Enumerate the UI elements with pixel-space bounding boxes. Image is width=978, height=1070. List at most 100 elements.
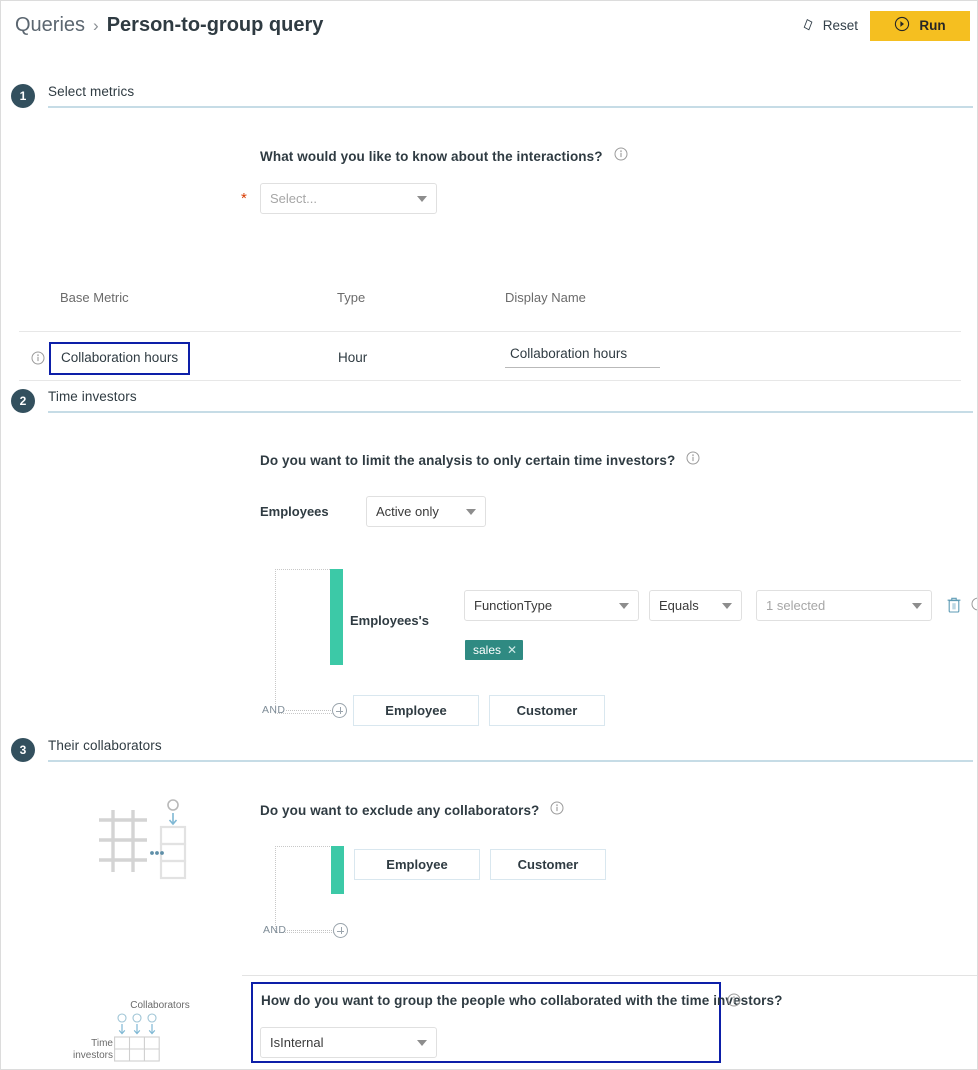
collaborators-question: Do you want to exclude any collaborators…	[260, 803, 540, 818]
grouping-divider	[242, 975, 977, 976]
filter-group-accent-bar	[330, 569, 343, 665]
row-info-icon[interactable]	[31, 351, 45, 370]
display-name-field[interactable]: Collaboration hours	[505, 346, 660, 368]
chevron-down-icon	[912, 602, 922, 609]
grouping-question: How do you want to group the people who …	[261, 993, 783, 1008]
chevron-down-icon	[722, 602, 732, 609]
entity-button-customer[interactable]: Customer	[489, 695, 605, 726]
grouping-select-value: IsInternal	[270, 1035, 324, 1050]
add-filter-button[interactable]	[332, 703, 347, 718]
filter-operator-value: Equals	[659, 598, 699, 613]
eraser-icon	[800, 16, 816, 35]
step-2-rule	[48, 411, 973, 413]
step-2-title: Time investors	[48, 389, 137, 404]
metrics-table-divider-top	[19, 331, 961, 332]
column-base-metric: Base Metric	[60, 290, 129, 305]
and-connector	[287, 930, 332, 931]
metrics-question-row: What would you like to know about the in…	[260, 147, 628, 166]
tag-label: sales	[473, 643, 502, 657]
entity-button-employee[interactable]: Employee	[353, 695, 479, 726]
grouping-select[interactable]: IsInternal	[260, 1027, 437, 1058]
time-investors-axis-label: Time investors	[69, 1038, 113, 1062]
entity-button-label: Customer	[517, 857, 579, 872]
info-icon[interactable]	[686, 451, 700, 470]
time-investors-axis-label-line1: Time	[91, 1038, 113, 1049]
column-type: Type	[337, 290, 366, 305]
required-marker: *	[241, 190, 247, 207]
filter-attribute-value: FunctionType	[474, 598, 553, 613]
step-2-time-investors: 2 Time investors	[11, 389, 973, 413]
time-investors-axis-label-line2: investors	[72, 1050, 113, 1061]
run-label: Run	[919, 18, 946, 33]
run-button[interactable]: Run	[870, 10, 970, 41]
filter-operator-select[interactable]: Equals	[649, 590, 742, 621]
entity-button-label: Employee	[386, 857, 448, 872]
trash-icon[interactable]	[946, 596, 962, 619]
header-actions: Reset Run	[794, 10, 970, 41]
collaborators-group-bracket	[275, 846, 334, 933]
info-icon[interactable]	[614, 147, 628, 166]
metrics-select[interactable]: Select...	[260, 183, 437, 214]
employees-label: Employees	[260, 504, 329, 519]
breadcrumb: Queries › Person-to-group query	[15, 14, 323, 37]
grid-to-column-icon	[89, 794, 189, 891]
and-connector	[286, 710, 331, 711]
info-icon[interactable]	[971, 597, 977, 616]
employees-scope-select[interactable]: Active only	[366, 496, 486, 527]
filter-values-select[interactable]: 1 selected	[756, 590, 932, 621]
step-3-their-collaborators: 3 Their collaborators	[11, 738, 973, 762]
step-3-rule	[48, 760, 973, 762]
person-to-group-query-page: Queries › Person-to-group query Reset Ru…	[0, 0, 978, 1070]
filter-value-tag-sales[interactable]: sales ✕	[465, 640, 524, 660]
metrics-question: What would you like to know about the in…	[260, 149, 603, 164]
collaborators-axis-label: Collaborators	[130, 1000, 190, 1011]
breadcrumb-root[interactable]: Queries	[15, 14, 85, 37]
matrix-icon	[111, 1013, 173, 1068]
filter-values-value: 1 selected	[766, 598, 826, 613]
collaborators-question-row: Do you want to exclude any collaborators…	[260, 801, 564, 820]
and-label: AND	[263, 924, 287, 936]
base-metric-cell[interactable]: Collaboration hours	[49, 342, 191, 375]
and-label: AND	[262, 704, 286, 716]
metrics-select-value: Select...	[270, 191, 317, 206]
display-name-underline	[505, 367, 660, 368]
time-investors-question: Do you want to limit the analysis to onl…	[260, 453, 676, 468]
step-3-badge: 3	[11, 738, 35, 762]
base-metric-value: Collaboration hours	[61, 350, 179, 365]
collaborators-accent-bar	[331, 846, 344, 894]
filter-group-bracket	[275, 569, 334, 714]
step-1-select-metrics: 1 Select metrics	[11, 84, 973, 108]
close-icon[interactable]: ✕	[507, 644, 517, 656]
breadcrumb-separator-icon: ›	[93, 15, 99, 35]
display-name-value: Collaboration hours	[510, 346, 628, 361]
reset-button[interactable]: Reset	[794, 10, 870, 41]
play-circle-icon	[894, 16, 910, 35]
reset-label: Reset	[822, 18, 858, 33]
chevron-down-icon	[417, 1039, 427, 1046]
step-2-badge: 2	[11, 389, 35, 413]
step-3-title: Their collaborators	[48, 738, 162, 753]
chevron-down-icon	[417, 195, 427, 202]
chevron-down-icon	[466, 508, 476, 515]
add-collaborator-filter-button[interactable]	[333, 923, 348, 938]
collaborator-button-employee[interactable]: Employee	[354, 849, 480, 880]
step-1-badge: 1	[11, 84, 35, 108]
column-display-name: Display Name	[505, 290, 586, 305]
step-1-title: Select metrics	[48, 84, 135, 99]
metrics-table-divider-bottom	[19, 380, 961, 381]
time-investors-question-row: Do you want to limit the analysis to onl…	[260, 451, 700, 470]
step-1-rule	[48, 106, 973, 108]
filter-attribute-select[interactable]: FunctionType	[464, 590, 639, 621]
metric-type-value: Hour	[338, 350, 368, 365]
entity-button-label: Customer	[516, 703, 578, 718]
info-icon[interactable]	[727, 993, 741, 1012]
employees-scope-value: Active only	[376, 504, 439, 519]
entity-button-label: Employee	[385, 703, 447, 718]
metrics-table-header: Base Metric Type Display Name	[1, 284, 977, 328]
page-header: Queries › Person-to-group query Reset Ru…	[1, 1, 977, 49]
info-icon[interactable]	[550, 801, 564, 820]
collaborator-button-customer[interactable]: Customer	[490, 849, 606, 880]
filter-group-label: Employees's	[350, 613, 429, 628]
page-title: Person-to-group query	[106, 13, 324, 36]
chevron-down-icon	[619, 602, 629, 609]
